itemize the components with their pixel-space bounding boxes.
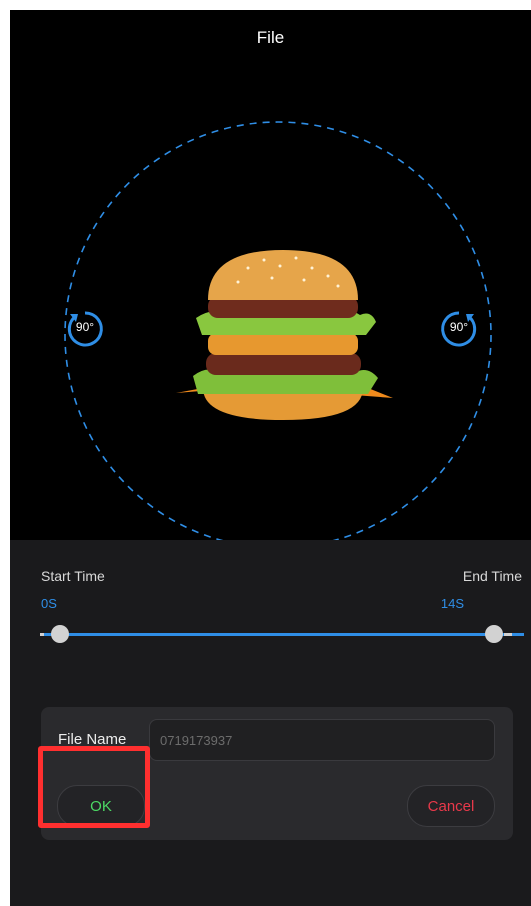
file-name-label: File Name	[58, 731, 127, 748]
end-time-handle[interactable]	[485, 625, 503, 643]
start-time-label: Start Time	[41, 568, 105, 584]
rotate-left-button[interactable]: 90°	[64, 308, 106, 350]
file-name-input[interactable]	[149, 719, 495, 761]
end-time-value: 14S	[440, 596, 464, 611]
trim-panel: Start Time 0S End Time 14S File Name OK …	[10, 540, 531, 906]
burger-3d-model[interactable]	[168, 238, 398, 423]
cancel-button[interactable]: Cancel	[407, 785, 495, 827]
end-time-label: End Time	[462, 568, 522, 584]
ok-button[interactable]: OK	[57, 785, 145, 827]
start-time-handle[interactable]	[51, 625, 69, 643]
model-viewer[interactable]: File 90° 90°	[10, 10, 531, 550]
rotate-left-label: 90°	[75, 320, 95, 334]
slider-right-cap	[504, 633, 512, 636]
rotate-right-button[interactable]: 90°	[438, 308, 480, 350]
start-time-value: 0S	[41, 596, 57, 611]
time-range-track[interactable]	[44, 633, 524, 636]
save-dialog: File Name OK Cancel	[41, 707, 513, 840]
app-screen: File 90° 90° Start Time 0S End Time 14S …	[10, 10, 531, 906]
rotate-right-label: 90°	[449, 320, 469, 334]
